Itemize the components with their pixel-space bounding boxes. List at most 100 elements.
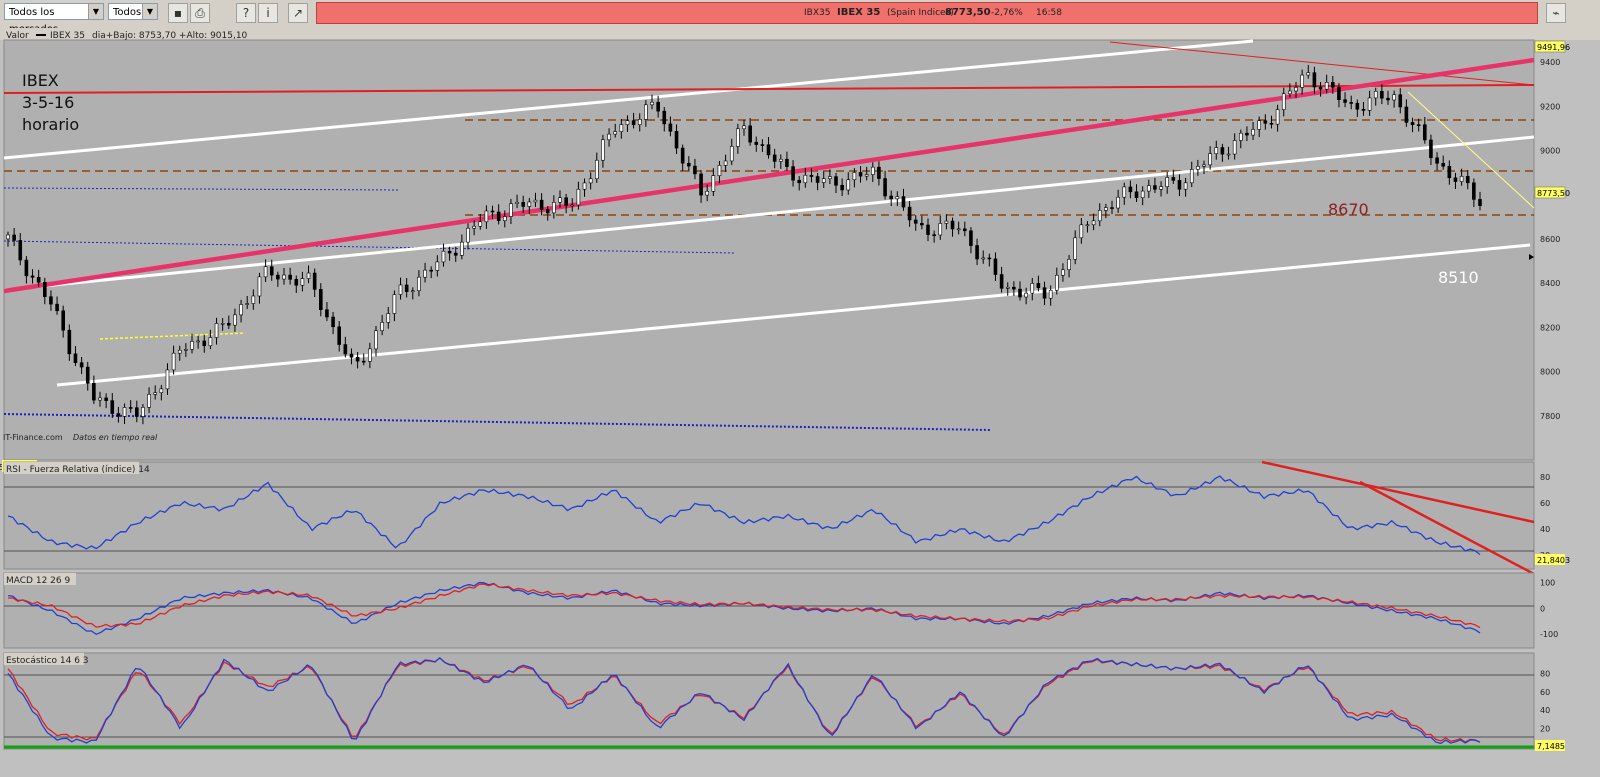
candle-body bbox=[171, 352, 176, 371]
candle-body bbox=[196, 340, 200, 343]
candle-body bbox=[760, 144, 765, 146]
candle-body bbox=[257, 276, 262, 297]
candle-body bbox=[1386, 97, 1390, 101]
candle-body bbox=[410, 290, 415, 293]
candle-body bbox=[12, 234, 16, 241]
candle-body bbox=[331, 316, 335, 328]
candle-body bbox=[785, 158, 789, 167]
candle-body bbox=[1226, 153, 1231, 156]
stochastic-panel[interactable]: Estocástico 14 6 3 80 60 40 20 7,1485 bbox=[3, 652, 1565, 751]
ticker-bar[interactable]: IBX35 IBEX 35 (Spain Indices) 8773,50 -2… bbox=[316, 2, 1538, 24]
candle-body bbox=[803, 174, 808, 184]
save-icon[interactable]: ▪ bbox=[168, 3, 188, 23]
candle-body bbox=[325, 309, 329, 318]
candle-body bbox=[1214, 147, 1219, 154]
candle-body bbox=[1423, 124, 1427, 141]
rsi-title: RSI - Fuerza Relativa (índice) 14 bbox=[6, 465, 150, 475]
candle-body bbox=[1091, 220, 1096, 226]
rsi-panel[interactable]: RSI - Fuerza Relativa (índice) 14 80 60 40… bbox=[3, 460, 1570, 576]
candle-body bbox=[840, 184, 844, 191]
candle-body bbox=[355, 356, 360, 362]
candle-body bbox=[907, 206, 912, 221]
y-tick-label: 9200 bbox=[1540, 102, 1560, 111]
chevron-down-icon[interactable]: ▼ bbox=[142, 4, 157, 19]
candle-body bbox=[558, 197, 562, 203]
candle-body bbox=[1196, 166, 1200, 170]
candle-body bbox=[318, 289, 323, 310]
candle-body bbox=[1441, 162, 1445, 167]
candle-body bbox=[686, 162, 691, 167]
candle-body bbox=[380, 322, 384, 331]
stoch-y-axis: 80 60 40 20 bbox=[1540, 669, 1550, 733]
candle-body bbox=[484, 210, 489, 223]
candle-body bbox=[460, 241, 464, 256]
candle-body bbox=[846, 179, 851, 191]
candle-body bbox=[263, 266, 268, 278]
y-tick-label: 40 bbox=[1540, 525, 1550, 534]
ticker-price: 8773,50 bbox=[945, 7, 991, 18]
candle-body bbox=[693, 165, 697, 175]
candle-body bbox=[601, 139, 605, 161]
chevron-down-icon[interactable]: ▼ bbox=[88, 4, 103, 19]
candle-body bbox=[870, 166, 875, 175]
candle-body bbox=[239, 304, 243, 316]
candle-body bbox=[650, 101, 654, 106]
candle-body bbox=[987, 257, 992, 260]
candle-body bbox=[128, 407, 133, 409]
candle-body bbox=[754, 141, 759, 145]
candle-body bbox=[1251, 129, 1255, 136]
candle-body bbox=[729, 146, 734, 162]
candle-body bbox=[417, 276, 421, 292]
source-label: IT-Finance.com bbox=[3, 433, 63, 442]
candle-body bbox=[717, 165, 722, 176]
help-icon[interactable]: ? bbox=[236, 3, 256, 23]
candle-body bbox=[1005, 286, 1010, 289]
candle-body bbox=[282, 274, 286, 280]
candle-body bbox=[797, 179, 802, 184]
candle-body bbox=[1116, 196, 1120, 209]
candle-body bbox=[1410, 122, 1415, 125]
market-select[interactable]: Todos los mercados ▼ bbox=[4, 3, 104, 35]
y-tick-label: 9000 bbox=[1540, 147, 1560, 156]
candle-body bbox=[1300, 74, 1304, 88]
candle-body bbox=[1435, 157, 1439, 164]
candle-body bbox=[73, 353, 78, 363]
main-price-panel[interactable]: Valor IBEX 35 dia+Bajo: 8753,70 +Alto: 9… bbox=[0, 28, 1600, 474]
candle-body bbox=[67, 329, 72, 355]
candle-body bbox=[834, 176, 838, 186]
toolbar: Todos los mercados ▼ Todos ▼ ▪ ⎙ ? i ↗ I… bbox=[0, 0, 1600, 35]
candle-body bbox=[938, 223, 943, 236]
info-icon[interactable]: i bbox=[258, 3, 278, 23]
candle-body bbox=[1232, 140, 1237, 155]
y-tick-label: 20 bbox=[1540, 725, 1550, 734]
candle-body bbox=[1349, 102, 1353, 104]
macd-y-axis: 100 0 -100 bbox=[1540, 579, 1558, 639]
candle-body bbox=[545, 209, 550, 214]
candle-body bbox=[343, 344, 348, 355]
candle-body bbox=[705, 190, 710, 196]
print-icon[interactable]: ⎙ bbox=[190, 3, 210, 23]
chart-type-icon[interactable]: ⌁ bbox=[1546, 3, 1566, 23]
candle-body bbox=[300, 278, 305, 286]
candle-body bbox=[1055, 274, 1059, 291]
candle-body bbox=[190, 341, 194, 350]
y-tick-label: 60 bbox=[1540, 499, 1550, 508]
candle-body bbox=[527, 201, 532, 207]
candle-body bbox=[184, 349, 188, 351]
chart-link-icon[interactable]: ↗ bbox=[288, 3, 308, 23]
candle-body bbox=[165, 369, 170, 390]
candle-body bbox=[306, 272, 311, 279]
main-header-valor: Valor bbox=[6, 31, 29, 41]
candle-body bbox=[1189, 169, 1194, 184]
candle-body bbox=[1306, 72, 1311, 76]
candle-body bbox=[116, 413, 121, 417]
macd-panel[interactable]: MACD 12 26 9 100 0 -100 bbox=[3, 572, 1558, 649]
candle-body bbox=[36, 277, 41, 283]
candle-body bbox=[398, 284, 403, 295]
stoch-last-label: 7,1485 bbox=[1537, 742, 1565, 751]
candle-body bbox=[607, 133, 611, 141]
candle-body bbox=[1453, 177, 1458, 182]
ticker-market: (Spain Indices) bbox=[887, 8, 954, 18]
candle-body bbox=[1061, 269, 1065, 276]
type-select[interactable]: Todos ▼ bbox=[108, 3, 158, 20]
